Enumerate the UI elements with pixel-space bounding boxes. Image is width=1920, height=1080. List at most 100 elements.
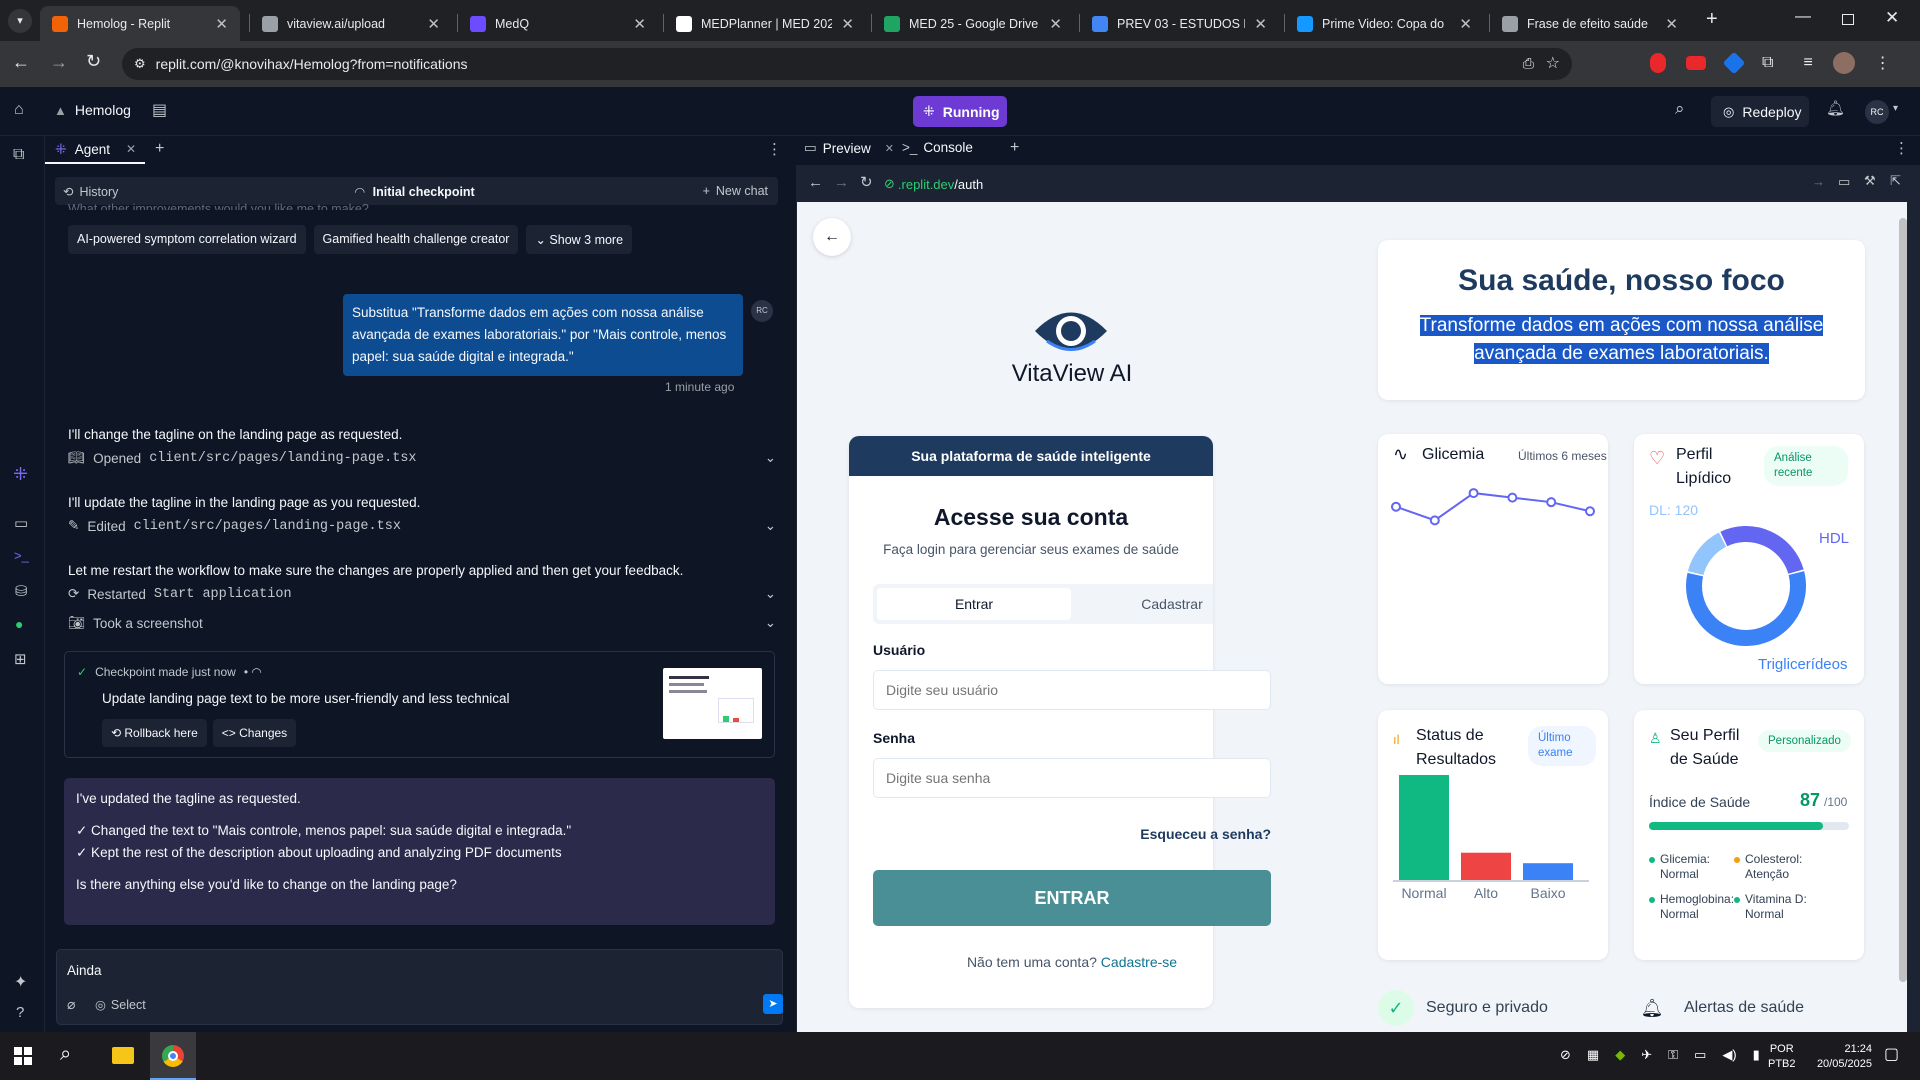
browser-tab[interactable]: Hemolog - Replit ✕ [40,6,240,41]
keyboard-language[interactable]: POR PTB2 [1768,1042,1796,1072]
volume-icon[interactable]: ◀) [1722,1047,1736,1063]
home-icon[interactable]: ⌂ [14,101,24,119]
all-tools-rail-icon[interactable]: ⊞ [14,650,27,668]
close-tab-icon[interactable]: ✕ [885,142,894,155]
checkpoint-thumbnail[interactable] [663,668,762,739]
chevron-down-icon[interactable]: ⌄ [765,450,776,466]
page-scrollbar[interactable] [1899,218,1907,982]
close-tab-icon[interactable]: ✕ [1459,15,1472,33]
browser-tab[interactable]: Prime Video: Copa do ✕ [1285,6,1484,41]
search-icon[interactable]: ⌕ [1675,99,1685,119]
webview-url-bar[interactable]: ⊘ .replit.dev /auth [884,173,1804,195]
browser-tab[interactable]: Frase de efeito saúde ✕ [1490,6,1690,41]
password-input[interactable] [873,758,1271,798]
project-switcher[interactable]: ▲ Hemolog [54,102,131,118]
secrets-rail-icon[interactable]: ● [15,616,23,632]
agent-action-row[interactable]: ⟳ Restarted Start application ⌄ [68,586,776,602]
close-tab-icon[interactable]: ✕ [427,15,440,33]
tab-preview[interactable]: ▭ Preview ✕ [804,140,894,156]
site-info-icon[interactable]: ⚙ [134,56,146,72]
agent-action-row[interactable]: 📖︎ Opened client/src/pages/landing-page.… [68,450,776,466]
network-icon[interactable]: ▭ [1694,1047,1706,1063]
suggestion-chip[interactable]: AI-powered symptom correlation wizard [68,225,306,254]
panel-menu-icon[interactable]: ⋮ [1894,139,1909,157]
device-icon[interactable]: ▭ [1838,174,1850,190]
page-back-button[interactable]: ← [813,218,851,256]
browser-tab[interactable]: PREV 03 - ESTUDOS EPID ✕ [1080,6,1279,41]
new-chat-button[interactable]: + New chat [703,184,768,198]
chevron-down-icon[interactable]: ⌄ [765,615,776,631]
history-button[interactable]: ⟲ History [63,184,118,200]
browser-tab[interactable]: MED 25 - Google Drive ✕ [872,6,1074,41]
webview-back-icon[interactable]: ← [808,174,823,191]
file-explorer-icon[interactable] [112,1047,134,1064]
tray-icon[interactable]: ✈ [1641,1047,1652,1063]
notification-center-icon[interactable]: ▢ [1884,1044,1899,1064]
external-link-icon[interactable]: ⇱ [1890,173,1901,189]
console-rail-icon[interactable]: >_ [14,548,29,563]
help-rail-icon[interactable]: ? [16,1004,24,1021]
browser-tab[interactable]: vitaview.ai/upload ✕ [250,6,452,41]
agent-tab[interactable]: ⁜ Agent ✕ [45,136,145,164]
open-arrow-icon[interactable]: → [1812,174,1825,189]
select-element-button[interactable]: ◎ Select [95,997,146,1013]
close-tab-icon[interactable]: ✕ [1665,15,1678,33]
tray-icon[interactable]: ▦ [1587,1047,1599,1063]
forgot-password-link[interactable]: Esqueceu a senha? [1097,826,1271,842]
back-icon[interactable]: ← [12,52,30,73]
address-bar[interactable]: ⚙ replit.com/@knovihax/Hemolog?from=noti… [122,48,1572,80]
username-input[interactable] [873,670,1271,710]
devtools-icon[interactable]: ⚒ [1864,173,1876,189]
login-submit-button[interactable]: ENTRAR [873,870,1271,926]
search-icon[interactable]: ⌕ [60,1043,71,1066]
webview-forward-icon[interactable]: → [834,174,849,191]
extensions-puzzle-icon[interactable]: ⧉ [1762,54,1773,72]
extension-red-icon[interactable] [1650,53,1666,73]
chevron-down-icon[interactable]: ⌄ [765,518,776,534]
media-control-icon[interactable]: ≡ [1803,54,1812,72]
agent-message-input[interactable]: Ainda [67,963,102,978]
browser-tab[interactable]: MedQ ✕ [458,6,658,41]
changes-button[interactable]: <> Changes [212,719,297,747]
forward-icon[interactable]: → [50,52,68,73]
restore-window-button[interactable] [1842,14,1854,25]
tray-icon[interactable]: ⊘ [1560,1047,1571,1063]
windows-start-icon[interactable] [14,1047,32,1065]
close-window-button[interactable]: ✕ [1885,8,1899,28]
close-tab-icon[interactable]: ✕ [841,15,854,33]
install-app-icon[interactable]: ⎙ [1523,55,1534,72]
close-tab-icon[interactable]: ✕ [1254,15,1267,33]
close-tab-icon[interactable]: ✕ [126,142,136,156]
files-panel-icon[interactable]: ▤ [152,100,167,120]
close-tab-icon[interactable]: ✕ [215,15,228,33]
new-tab-button[interactable]: + [1706,8,1718,31]
attach-icon[interactable]: ⌀ [67,996,75,1013]
rollback-button[interactable]: ⟲ Rollback here [102,719,207,747]
new-tab-icon[interactable]: + [1010,139,1019,157]
database-rail-icon[interactable]: ⛁ [15,582,28,600]
avatar-chevron-icon[interactable]: ▾ [1893,103,1898,114]
agent-action-row[interactable]: ✎ Edited client/src/pages/landing-page.t… [68,518,776,534]
extension-blue-icon[interactable] [1722,51,1746,75]
bookmark-star-icon[interactable]: ☆ [1546,53,1560,73]
tray-icon[interactable]: ⚿ [1668,1047,1678,1063]
tab-search-button[interactable]: ▾ [8,9,32,33]
agent-rail-icon[interactable]: ⧉ [13,146,24,164]
suggestion-chip[interactable]: Gamified health challenge creator [313,225,519,254]
browser-tab[interactable]: MEDPlanner | MED 2025 ✕ [664,6,866,41]
user-avatar[interactable]: RC [1865,100,1889,124]
nvidia-icon[interactable]: ◆ [1615,1047,1625,1063]
close-tab-icon[interactable]: ✕ [633,15,646,33]
replit-agent-rail-icon[interactable]: ⁜ [13,464,28,485]
tab-login[interactable]: Entrar [877,588,1071,620]
agent-action-row[interactable]: 📷︎ Took a screenshot ⌄ [68,615,776,631]
sparkle-rail-icon[interactable]: ✦ [14,972,27,992]
webview-rail-icon[interactable]: ▭ [14,514,28,532]
reload-icon[interactable]: ↻ [86,51,101,72]
show-more-button[interactable]: ⌄ Show 3 more [526,225,633,254]
new-tab-icon[interactable]: + [155,140,164,158]
clock[interactable]: 21:24 20/05/2025 [1812,1042,1872,1072]
tab-register[interactable]: Cadastrar [1075,588,1213,620]
extension-youtube-icon[interactable] [1686,56,1706,70]
minimize-window-button[interactable]: — [1795,8,1811,26]
